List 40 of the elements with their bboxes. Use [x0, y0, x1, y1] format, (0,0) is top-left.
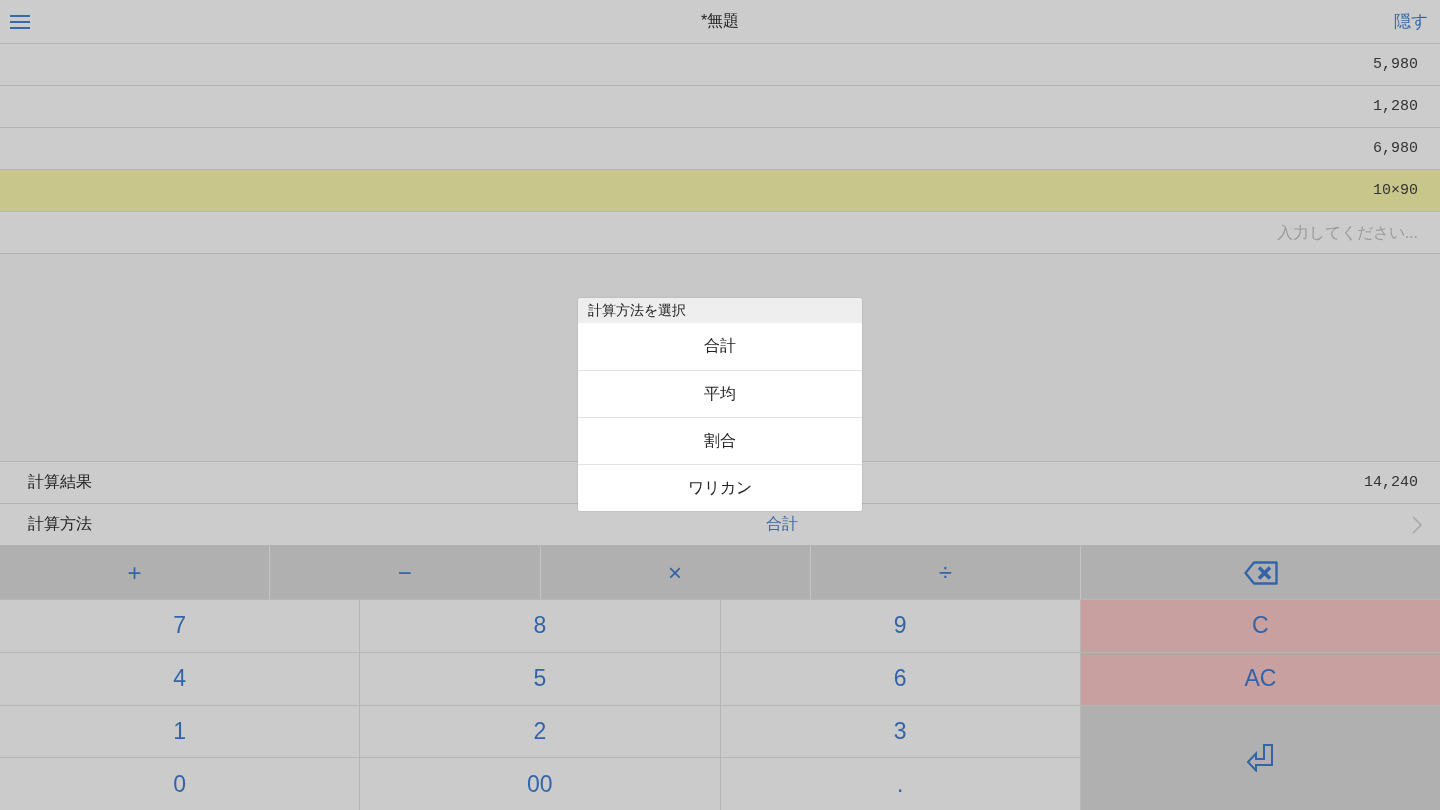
- enter-key[interactable]: [1080, 705, 1440, 810]
- method-value[interactable]: 合計: [152, 514, 1412, 535]
- digit-key[interactable]: .: [720, 758, 1080, 810]
- digit-key[interactable]: 6: [720, 652, 1080, 705]
- document-title: *無題: [700, 11, 740, 31]
- digit-key[interactable]: 8: [360, 600, 720, 652]
- backspace-key[interactable]: [1081, 546, 1440, 599]
- digit-key[interactable]: 5: [360, 652, 720, 705]
- digit-key[interactable]: 0: [0, 758, 360, 810]
- method-label: 計算方法: [28, 514, 93, 534]
- dialog-option[interactable]: ワリカン: [578, 464, 862, 511]
- operator-key[interactable]: ÷: [810, 546, 1080, 599]
- backspace-icon: [1243, 560, 1278, 585]
- digit-key[interactable]: 9: [720, 600, 1080, 652]
- menu-icon: [10, 14, 30, 29]
- digit-key[interactable]: 1: [0, 705, 360, 758]
- dialog-option[interactable]: 割合: [578, 417, 862, 464]
- digit-key[interactable]: 7: [0, 600, 360, 652]
- digit-key[interactable]: 4: [0, 652, 360, 705]
- menu-button[interactable]: [10, 14, 30, 29]
- operator-key[interactable]: −: [270, 546, 540, 599]
- enter-arrow-icon: [1247, 743, 1274, 772]
- digit-key[interactable]: 2: [360, 705, 720, 758]
- clear-key[interactable]: AC: [1080, 652, 1440, 705]
- result-value: 14,240: [1364, 474, 1418, 491]
- entry-row[interactable]: 10×90: [0, 170, 1440, 212]
- dialog-option[interactable]: 平均: [578, 370, 862, 417]
- entry-row[interactable]: 5,980: [0, 44, 1440, 86]
- entry-row[interactable]: 6,980: [0, 128, 1440, 170]
- clear-key[interactable]: C: [1080, 600, 1440, 652]
- operator-key[interactable]: +: [0, 546, 270, 599]
- dialog-title: 計算方法を選択: [578, 298, 862, 323]
- chevron-right-icon: [1412, 515, 1422, 534]
- dialog-option[interactable]: 合計: [578, 323, 862, 370]
- hide-button[interactable]: 隠す: [1394, 10, 1428, 33]
- digit-key[interactable]: 00: [360, 758, 720, 810]
- digit-key[interactable]: 3: [720, 705, 1080, 758]
- operator-key[interactable]: ×: [540, 546, 810, 599]
- result-label: 計算結果: [28, 472, 93, 492]
- entry-row[interactable]: 1,280: [0, 86, 1440, 128]
